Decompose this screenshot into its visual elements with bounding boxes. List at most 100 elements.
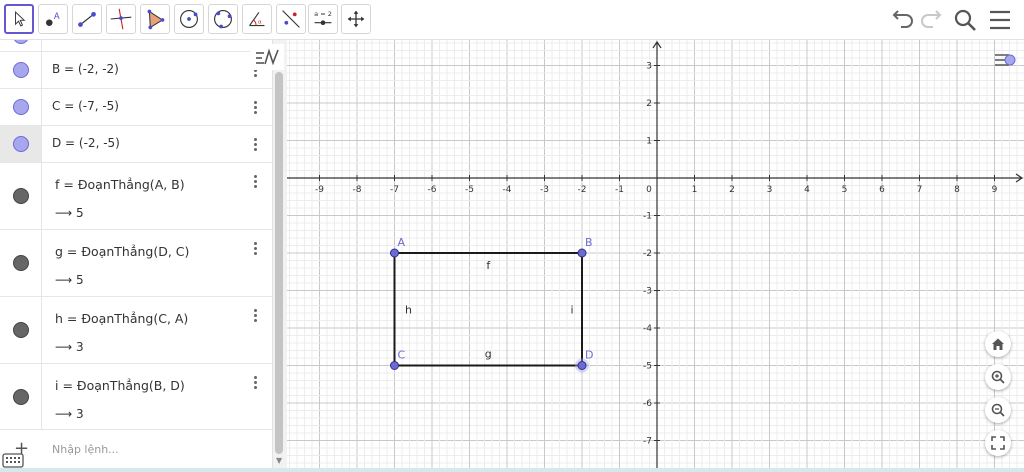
visibility-toggle[interactable] <box>13 62 29 78</box>
point-d[interactable] <box>577 361 587 370</box>
graphics-style-button[interactable] <box>989 46 1021 72</box>
y-tick-label: 1 <box>646 137 652 147</box>
x-tick-label: 9 <box>992 185 998 195</box>
slider-icon: a = 2 <box>314 10 332 26</box>
visibility-toggle[interactable] <box>13 99 29 115</box>
x-tick-label: -8 <box>353 185 362 195</box>
graphics-style-icon <box>995 54 1016 66</box>
move-tool-button[interactable] <box>4 4 34 34</box>
algebra-style-icon <box>256 48 279 66</box>
more-options-icon[interactable] <box>254 376 258 391</box>
segment-i-definition[interactable]: i = ĐoạnThẳng(B, D) <box>55 378 185 393</box>
x-tick-label: -5 <box>465 185 474 195</box>
keyboard-icon[interactable] <box>2 452 24 468</box>
perpendicular-line-tool-button[interactable] <box>106 4 136 34</box>
point-c[interactable] <box>390 361 399 370</box>
algebra-row-segment-i[interactable]: i = ĐoạnThẳng(B, D) ⟶ 3 <box>0 364 272 430</box>
x-tick-label: -2 <box>578 185 587 195</box>
main-menu-button[interactable] <box>986 6 1014 34</box>
visibility-toggle[interactable] <box>13 255 29 271</box>
circle-three-points-icon <box>214 10 232 29</box>
visibility-toggle[interactable] <box>13 389 29 405</box>
redo-button[interactable] <box>917 6 945 34</box>
zoom-out-button[interactable] <box>985 397 1011 423</box>
fullscreen-icon <box>991 436 1005 450</box>
graphics-view[interactable]: -9 -8 -7 -6 -5 -4 -3 -2 -1 1 2 3 4 5 6 7 8 9 3 2 1 -1 -2 -3 -4 -5… <box>287 40 1024 470</box>
arrow-cursor-icon <box>15 10 26 27</box>
y-tick-label: -5 <box>643 362 652 372</box>
zoom-out-icon <box>991 403 1005 417</box>
search-button[interactable] <box>951 6 979 34</box>
more-options-icon[interactable] <box>254 138 258 153</box>
segment-f-definition[interactable]: f = ĐoạnThẳng(A, B) <box>55 177 185 192</box>
point-b-label: B <box>585 236 593 249</box>
visibility-toggle[interactable] <box>13 136 29 152</box>
more-options-icon[interactable] <box>254 101 258 116</box>
point-d-label: D <box>585 349 593 362</box>
segment-g-value: ⟶ 5 <box>55 273 84 287</box>
more-options-icon[interactable] <box>254 175 258 190</box>
redo-icon <box>921 10 942 28</box>
point-icon: A <box>46 11 60 26</box>
y-tick-label: -7 <box>643 437 652 447</box>
move-graphics-view-tool-button[interactable] <box>341 4 371 34</box>
polygon-icon <box>147 9 165 30</box>
algebra-input-row[interactable]: + Nhập lệnh... <box>0 432 272 468</box>
algebra-view: B = (-2, -2) C = (-7, -5) D = (-2, -5) f… <box>0 40 272 470</box>
algebra-row-segment-h[interactable]: h = ĐoạnThẳng(C, A) ⟶ 3 <box>0 297 272 364</box>
algebra-input[interactable]: Nhập lệnh... <box>52 443 119 456</box>
fullscreen-button[interactable] <box>985 430 1011 456</box>
circle-through-3-points-tool-button[interactable] <box>208 4 238 34</box>
algebra-row-point-c[interactable]: C = (-7, -5) <box>0 89 272 126</box>
segment-tool-button[interactable] <box>72 4 102 34</box>
x-tick-label: -7 <box>390 185 399 195</box>
point-c-definition[interactable]: C = (-7, -5) <box>52 99 119 113</box>
algebra-row-segment-f[interactable]: f = ĐoạnThẳng(A, B) ⟶ 5 <box>0 163 272 230</box>
algebra-row-point-d[interactable]: D = (-2, -5) <box>0 126 272 163</box>
visibility-toggle[interactable] <box>13 188 29 204</box>
circle-tool-button[interactable] <box>174 4 204 34</box>
algebra-scrollbar-thumb[interactable] <box>275 72 283 454</box>
svg-text:A: A <box>54 11 60 21</box>
point-a-label: A <box>398 236 406 249</box>
segments[interactable]: fgh i <box>393 252 583 367</box>
x-tick-label: 1 <box>692 185 698 195</box>
point-b[interactable] <box>577 248 587 258</box>
point-d-definition[interactable]: D = (-2, -5) <box>52 136 120 150</box>
circle-icon <box>180 10 198 28</box>
angle-tool-button[interactable]: α <box>242 4 272 34</box>
x-tick-label: 5 <box>842 185 848 195</box>
segment-i-label: i <box>570 303 573 316</box>
x-tick-label: -6 <box>428 185 437 195</box>
algebra-row-segment-g[interactable]: g = ĐoạnThẳng(D, C) ⟶ 5 <box>0 230 272 297</box>
undo-button[interactable] <box>889 6 917 34</box>
polygon-tool-button[interactable] <box>140 4 170 34</box>
x-tick-label: -1 <box>615 185 624 195</box>
search-icon <box>954 9 976 31</box>
more-options-icon[interactable] <box>254 309 258 324</box>
origin-label: 0 <box>646 185 652 195</box>
visibility-toggle[interactable] <box>13 322 29 338</box>
segment-g-definition[interactable]: g = ĐoạnThẳng(D, C) <box>55 244 189 259</box>
more-options-icon[interactable] <box>254 242 258 257</box>
segment-h-definition[interactable]: h = ĐoạnThẳng(C, A) <box>55 311 188 326</box>
algebra-row-partial[interactable] <box>0 40 272 52</box>
scroll-down-icon[interactable]: ▼ <box>276 456 282 465</box>
move-arrows-icon <box>347 10 365 28</box>
y-tick-label: 3 <box>646 62 652 72</box>
reflect-line-icon <box>282 10 300 28</box>
point-a[interactable] <box>390 248 399 258</box>
point-tool-button[interactable]: A <box>38 4 68 34</box>
home-button[interactable] <box>985 331 1011 357</box>
graphics-canvas[interactable]: -9 -8 -7 -6 -5 -4 -3 -2 -1 1 2 3 4 5 6 7 8 9 3 2 1 -1 -2 -3 -4 -5… <box>287 40 1024 470</box>
zoom-in-button[interactable] <box>985 364 1011 390</box>
point-b-definition[interactable]: B = (-2, -2) <box>52 62 119 76</box>
algebra-style-button[interactable] <box>250 44 284 70</box>
algebra-row-point-b[interactable]: B = (-2, -2) <box>0 52 272 89</box>
slider-tool-button[interactable]: a = 2 <box>308 4 338 34</box>
reflect-tool-button[interactable] <box>276 4 306 34</box>
y-tick-label: -1 <box>643 212 652 222</box>
segment-h-value: ⟶ 3 <box>55 340 84 354</box>
bottom-strip <box>0 468 1024 472</box>
slider-tool-label: a = 2 <box>314 10 332 18</box>
